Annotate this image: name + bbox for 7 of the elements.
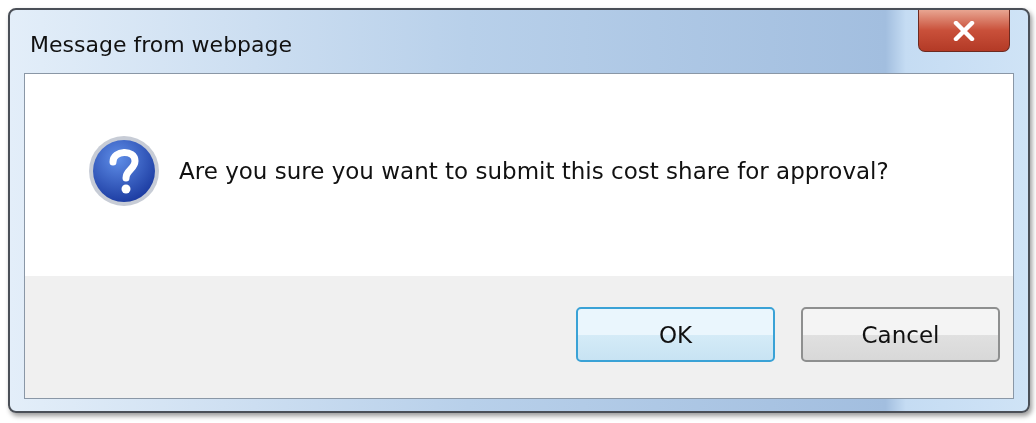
- cancel-button[interactable]: Cancel: [801, 307, 1000, 362]
- question-icon: [87, 134, 161, 208]
- close-icon: [953, 20, 975, 41]
- window-title: Message from webpage: [30, 32, 293, 57]
- ok-button[interactable]: OK: [576, 307, 775, 362]
- close-button[interactable]: [918, 10, 1010, 52]
- message-text: Are you sure you want to submit this cost share for approval?: [179, 158, 889, 184]
